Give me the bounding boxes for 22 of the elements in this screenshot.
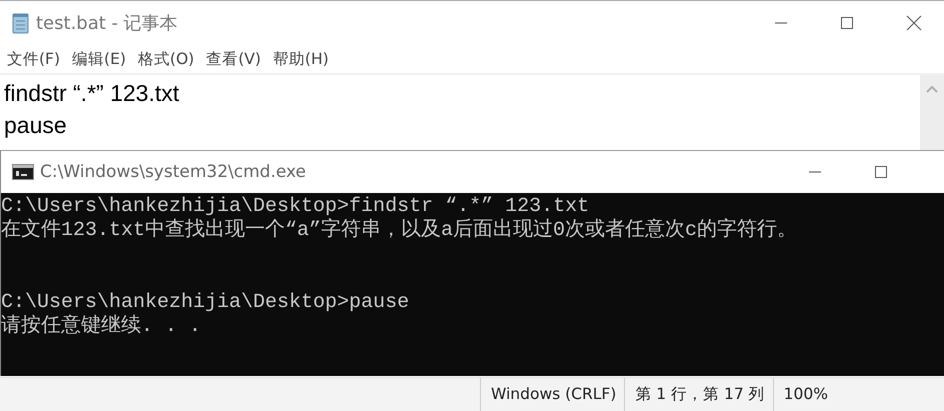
console-line: 请按任意键继续. . . [1,315,202,339]
console-icon [12,164,34,180]
status-text: 100% [772,378,836,411]
status-text: Windows (CRLF) [480,378,624,411]
console-line: 在文件123.txt中查找出现一个“a”字符串，以及a后面出现过0次或者任意次c的字符行。 [1,219,798,243]
console-line: C:\Users\hankezhijia\Desktop>pause [1,291,410,314]
maximize-icon[interactable] [874,165,888,179]
scrollbar[interactable] [920,75,944,150]
menu-item[interactable]: 帮助(H) [272,46,330,72]
menu-item[interactable]: 编辑(E) [71,46,127,72]
text-line: findstr “.*” 123.txt [4,79,180,108]
menu-item[interactable]: 文件(F) [6,46,62,72]
status-text: 第 1 行，第 17 列 [624,378,773,411]
close-icon[interactable] [906,15,922,31]
window-title: C:\Windows\system32\cmd.exe [40,162,306,182]
text-line: pause [4,111,68,140]
menu-item[interactable]: 格式(O) [136,46,196,72]
window-title: test.bat - 记事本 [36,12,178,35]
console-line: C:\Users\hankezhijia\Desktop>findstr “.*” 123.txt [1,195,590,218]
notepad-icon [10,12,30,34]
menu-item[interactable]: 查看(V) [205,46,262,72]
maximize-icon[interactable] [840,16,854,30]
